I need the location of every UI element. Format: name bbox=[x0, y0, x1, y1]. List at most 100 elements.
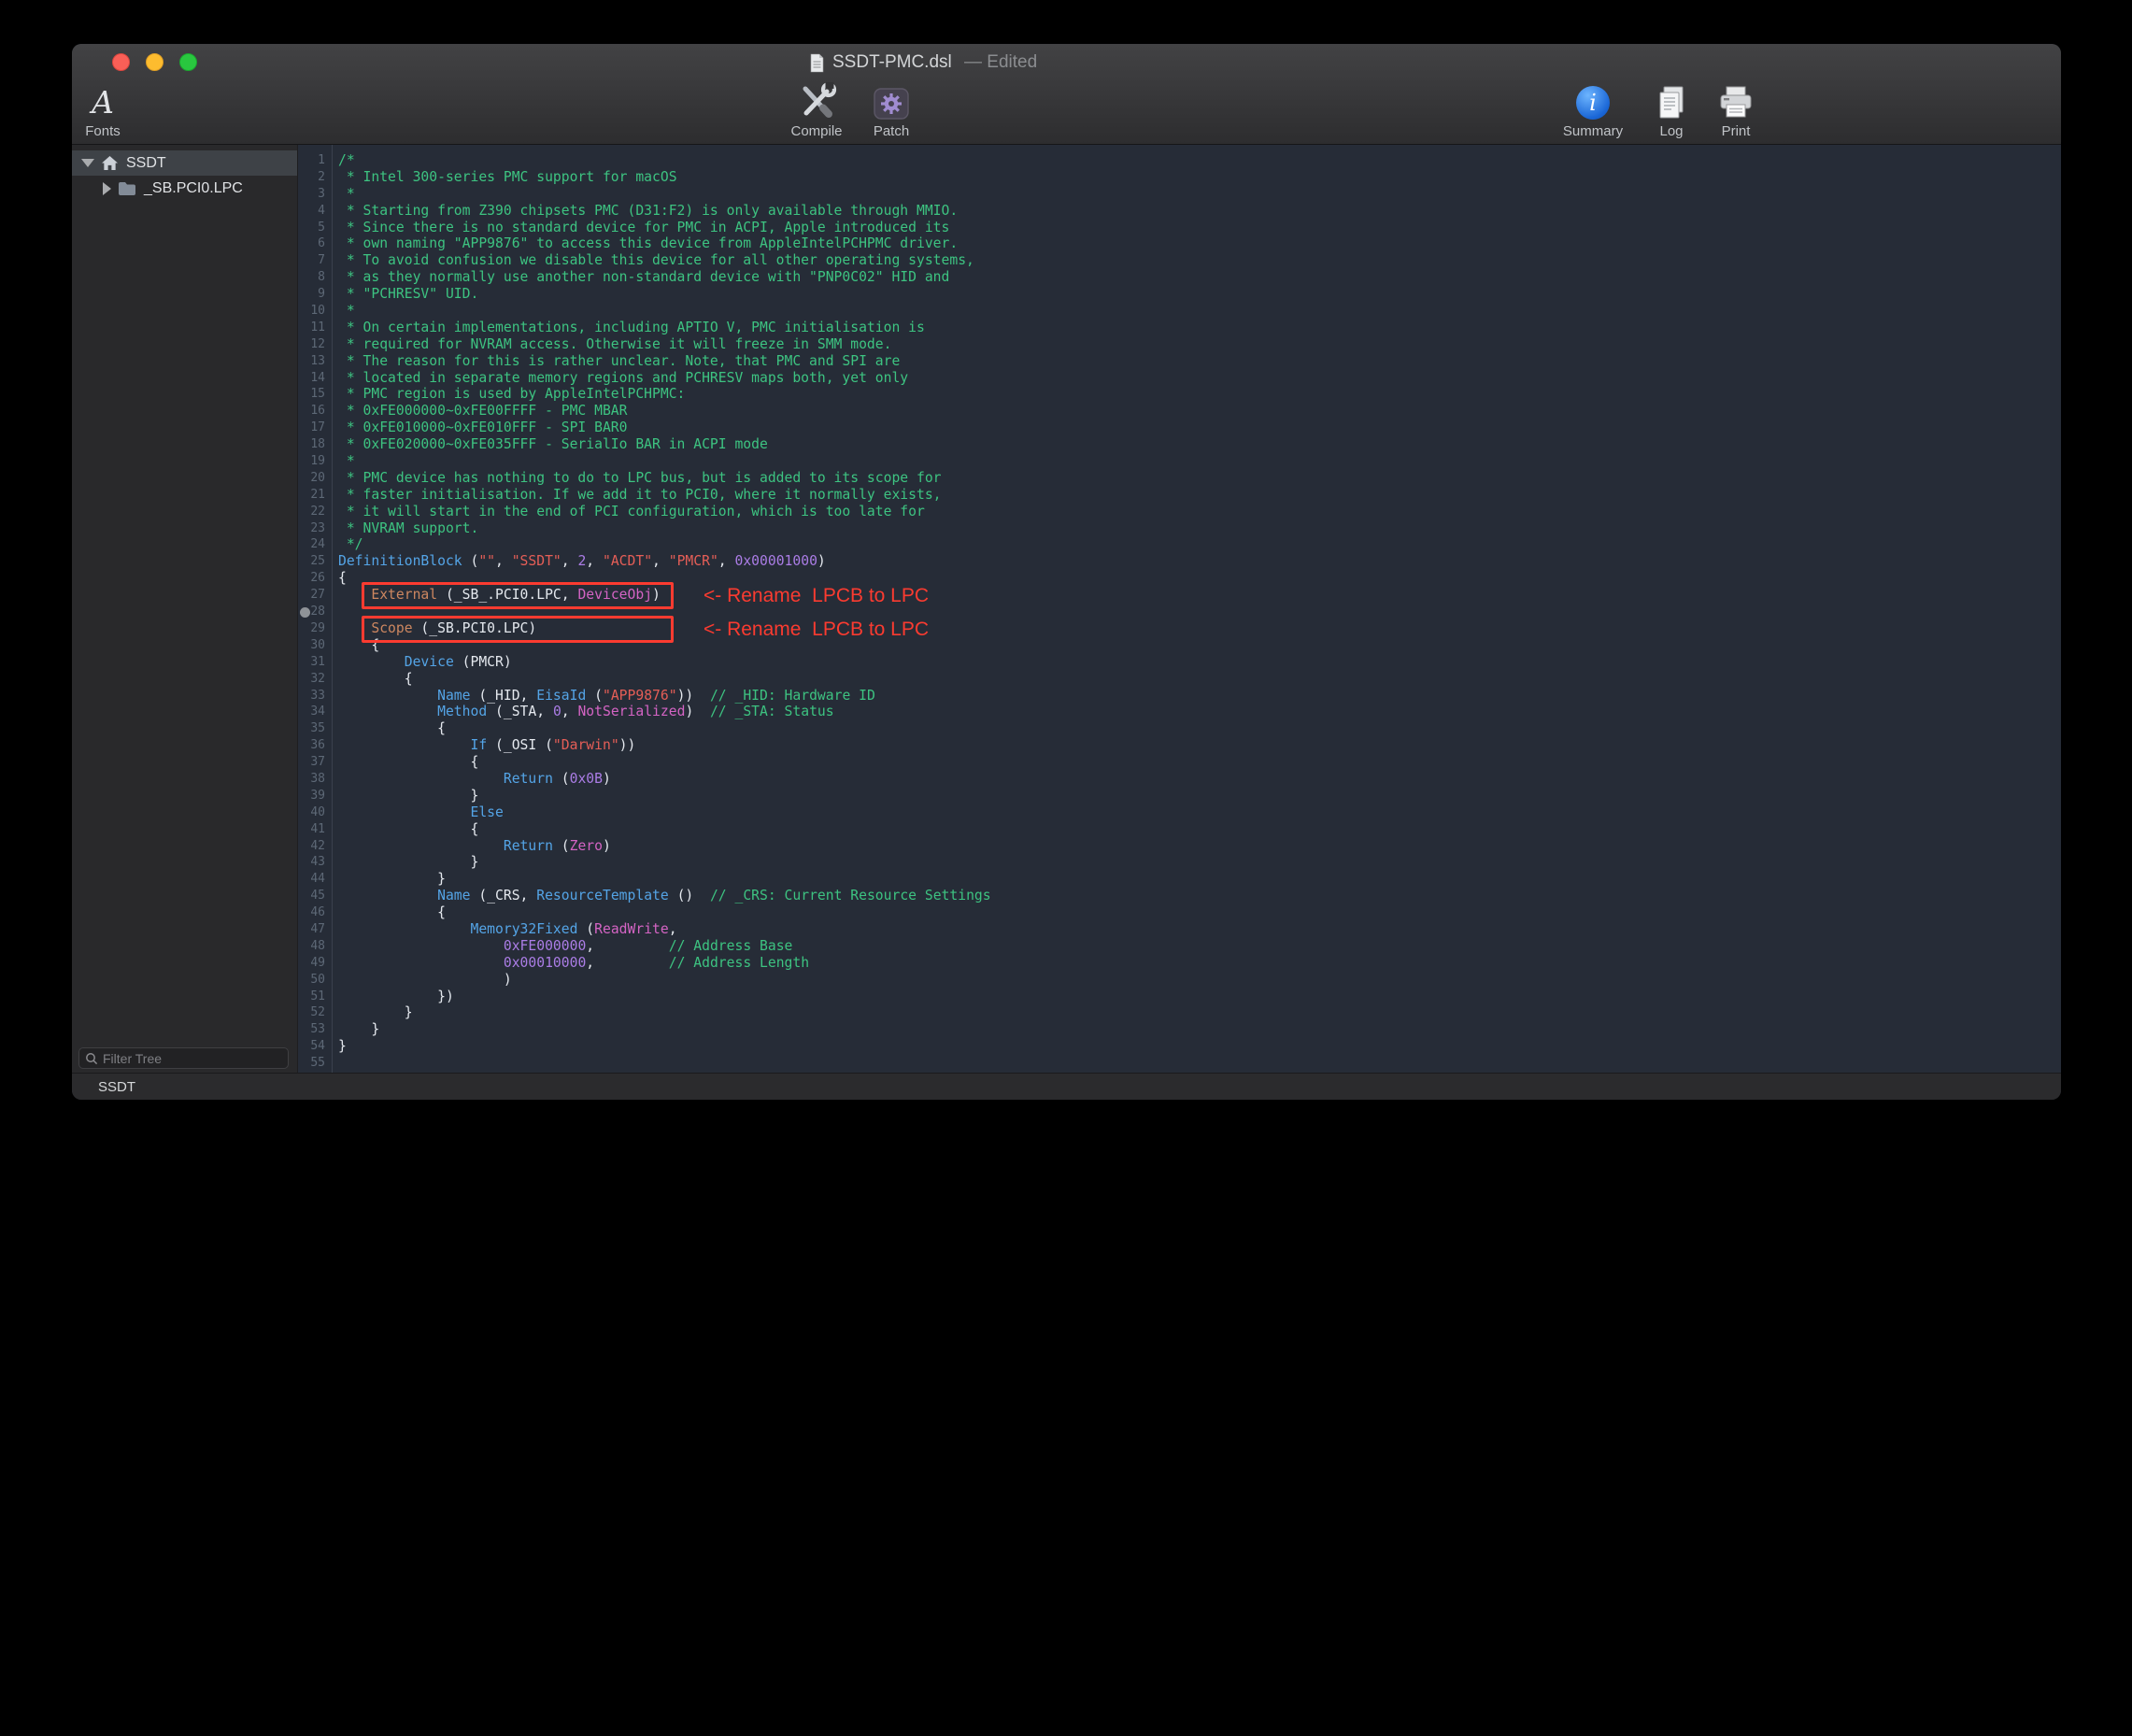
log-button[interactable]: Log bbox=[1643, 81, 1699, 143]
code-line: 0x00010000, // Address Length bbox=[338, 955, 2061, 972]
code-line: * as they normally use another non-stand… bbox=[338, 269, 2061, 286]
line-number: 10 bbox=[298, 303, 332, 320]
code-editor[interactable]: 1234567891011121314151617181920212223242… bbox=[297, 145, 2061, 1073]
line-number: 4 bbox=[298, 203, 332, 220]
disclosure-closed-icon[interactable] bbox=[103, 182, 111, 195]
code-line: } bbox=[338, 1021, 2061, 1038]
print-label: Print bbox=[1722, 123, 1751, 139]
sidebar-item-sb-pci0-lpc[interactable]: _SB.PCI0.LPC bbox=[72, 176, 297, 201]
annotation-note-scope: <- Rename LPCB to LPC bbox=[704, 616, 929, 643]
code-line: 0xFE000000, // Address Base bbox=[338, 938, 2061, 955]
code-line: * own naming "APP9876" to access this de… bbox=[338, 235, 2061, 252]
filter-tree-input[interactable] bbox=[103, 1051, 282, 1066]
line-number: 31 bbox=[298, 654, 332, 671]
line-number: 33 bbox=[298, 688, 332, 704]
filter-tree-field bbox=[78, 1047, 289, 1069]
line-number: 11 bbox=[298, 320, 332, 336]
line-number: 40 bbox=[298, 804, 332, 821]
document-proxy-icon bbox=[809, 53, 825, 73]
status-bar-text: SSDT bbox=[98, 1079, 135, 1095]
line-number: 41 bbox=[298, 821, 332, 838]
code-line: Name (_HID, EisaId ("APP9876")) // _HID:… bbox=[338, 688, 2061, 704]
fonts-label: Fonts bbox=[85, 123, 121, 139]
line-number: 3 bbox=[298, 186, 332, 203]
line-number: 42 bbox=[298, 838, 332, 855]
code-line: /* bbox=[338, 152, 2061, 169]
line-number: 38 bbox=[298, 771, 332, 788]
code-line: * "PCHRESV" UID. bbox=[338, 286, 2061, 303]
line-number: 1 bbox=[298, 152, 332, 169]
traffic-lights bbox=[112, 53, 197, 71]
window-content: SSDT _SB.PCI0.LPC bbox=[72, 145, 2061, 1073]
code-line: If (_OSI ("Darwin")) bbox=[338, 737, 2061, 754]
fonts-button[interactable]: A Fonts bbox=[72, 81, 134, 143]
line-number: 14 bbox=[298, 370, 332, 387]
print-button[interactable]: Print bbox=[1706, 81, 1766, 143]
line-number: 17 bbox=[298, 420, 332, 436]
code-line: * Since there is no standard device for … bbox=[338, 220, 2061, 236]
code-line: * 0xFE020000~0xFE035FFF - SerialIo BAR i… bbox=[338, 436, 2061, 453]
line-number: 49 bbox=[298, 955, 332, 972]
annotation-box-scope bbox=[362, 616, 674, 643]
line-number: 5 bbox=[298, 220, 332, 236]
disclosure-open-icon[interactable] bbox=[81, 159, 94, 167]
line-number: 12 bbox=[298, 336, 332, 353]
code-line: }) bbox=[338, 989, 2061, 1005]
compile-label: Compile bbox=[790, 123, 842, 139]
code-line: * Starting from Z390 chipsets PMC (D31:F… bbox=[338, 203, 2061, 220]
summary-button[interactable]: i Summary bbox=[1554, 81, 1632, 143]
code-line: } bbox=[338, 871, 2061, 888]
compile-button[interactable]: Compile bbox=[779, 81, 854, 143]
gutter-marker bbox=[300, 607, 310, 618]
summary-label: Summary bbox=[1563, 123, 1623, 139]
line-number: 44 bbox=[298, 871, 332, 888]
window-title: SSDT-PMC.dsl — Edited bbox=[809, 44, 1037, 81]
code-line: * 0xFE000000~0xFE00FFFF - PMC MBAR bbox=[338, 403, 2061, 420]
minimize-button[interactable] bbox=[146, 53, 163, 71]
line-number: 51 bbox=[298, 989, 332, 1005]
line-number: 15 bbox=[298, 386, 332, 403]
patch-button[interactable]: Patch bbox=[854, 81, 929, 143]
line-number: 19 bbox=[298, 453, 332, 470]
patch-label: Patch bbox=[874, 123, 909, 139]
patch-icon bbox=[874, 88, 909, 120]
code-lines: /* * Intel 300-series PMC support for ma… bbox=[338, 152, 2061, 1072]
line-number: 26 bbox=[298, 570, 332, 587]
compile-tools-icon bbox=[796, 82, 837, 120]
app-window: SSDT-PMC.dsl — Edited A Fonts bbox=[72, 44, 2061, 1100]
window-header: SSDT-PMC.dsl — Edited A Fonts bbox=[72, 44, 2061, 145]
code-line: } bbox=[338, 788, 2061, 804]
sidebar-item-ssdt[interactable]: SSDT bbox=[72, 150, 297, 176]
info-icon: i bbox=[1576, 86, 1610, 120]
code-line: * located in separate memory regions and… bbox=[338, 370, 2061, 387]
line-number: 53 bbox=[298, 1021, 332, 1038]
code-line: * To avoid confusion we disable this dev… bbox=[338, 252, 2061, 269]
line-number: 7 bbox=[298, 252, 332, 269]
code-line: * faster initialisation. If we add it to… bbox=[338, 487, 2061, 504]
line-number: 37 bbox=[298, 754, 332, 771]
sidebar-item-label: _SB.PCI0.LPC bbox=[144, 180, 243, 197]
line-number: 45 bbox=[298, 888, 332, 904]
line-number: 23 bbox=[298, 520, 332, 537]
zoom-button[interactable] bbox=[179, 53, 197, 71]
annotation-note-external: <- Rename LPCB to LPC bbox=[704, 582, 929, 609]
code-line: * 0xFE010000~0xFE010FFF - SPI BAR0 bbox=[338, 420, 2061, 436]
line-number: 9 bbox=[298, 286, 332, 303]
close-button[interactable] bbox=[112, 53, 130, 71]
line-number: 55 bbox=[298, 1055, 332, 1072]
code-line: Device (PMCR) bbox=[338, 654, 2061, 671]
code-line: { bbox=[338, 904, 2061, 921]
code-line: Memory32Fixed (ReadWrite, bbox=[338, 921, 2061, 938]
line-number: 30 bbox=[298, 637, 332, 654]
code-line: * bbox=[338, 303, 2061, 320]
line-number: 32 bbox=[298, 671, 332, 688]
line-number: 34 bbox=[298, 704, 332, 720]
code-line: * PMC region is used by AppleIntelPCHPMC… bbox=[338, 386, 2061, 403]
search-icon bbox=[85, 1052, 98, 1065]
sidebar-item-label: SSDT bbox=[126, 155, 166, 172]
line-number: 13 bbox=[298, 353, 332, 370]
folder-icon bbox=[118, 181, 136, 196]
window-title-edited: — Edited bbox=[959, 52, 1037, 73]
status-bar: SSDT bbox=[72, 1073, 2061, 1100]
code-line: { bbox=[338, 821, 2061, 838]
